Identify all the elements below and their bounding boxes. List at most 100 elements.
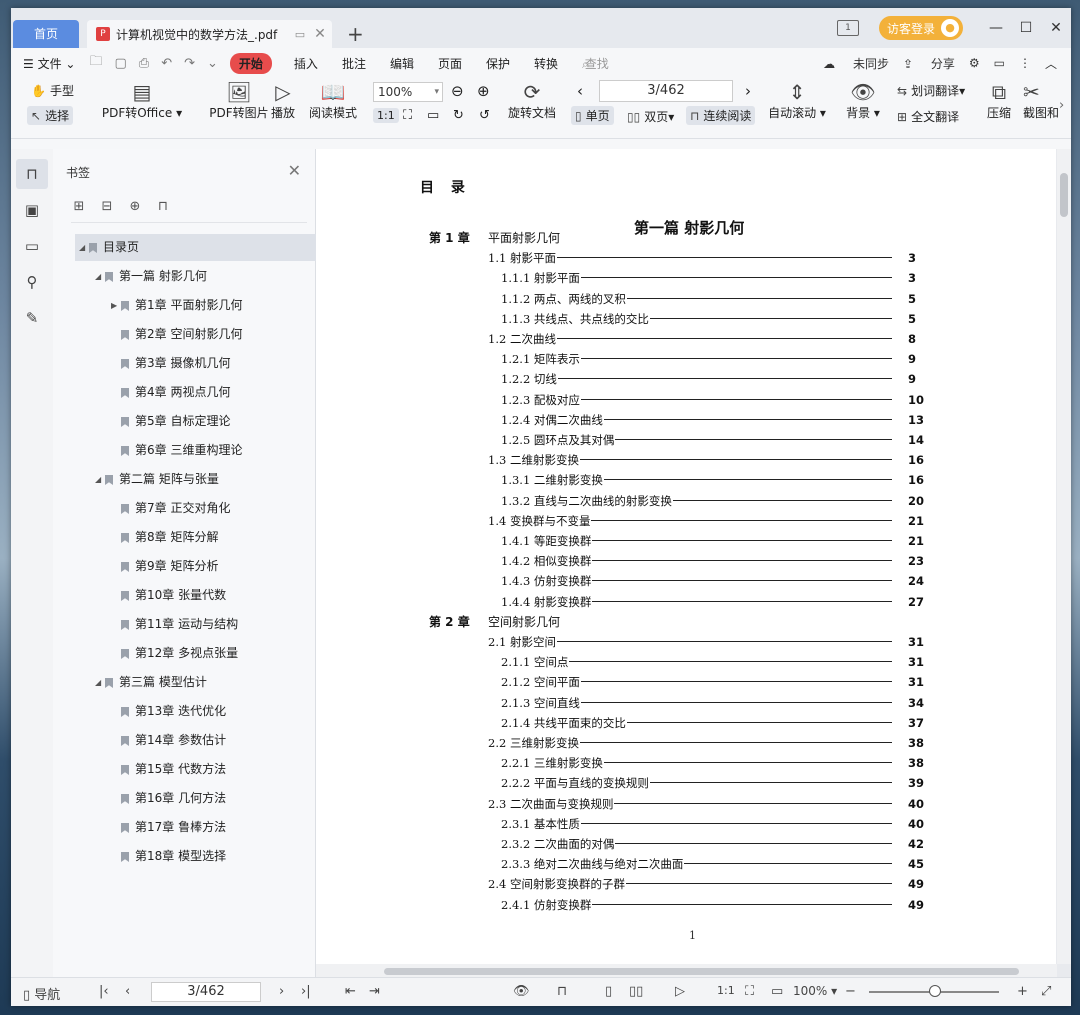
bookmark-item[interactable]: 第7章 正交对角化	[53, 494, 315, 523]
bookmark-settings-icon[interactable]: ⊓	[155, 199, 171, 215]
expand-all-icon[interactable]: ⊞	[71, 199, 87, 215]
read-mode-button[interactable]: 📖 阅读模式	[303, 80, 363, 121]
guest-login-button[interactable]: 访客登录 ●	[878, 16, 963, 40]
comment-panel-icon[interactable]: ▭	[22, 237, 42, 257]
minimize-button[interactable]: —	[981, 20, 1011, 36]
window-count-badge[interactable]: 1	[836, 20, 859, 36]
continuous-read-button[interactable]: ⊓ 连续阅读	[686, 106, 756, 125]
vertical-scrollbar[interactable]	[1057, 149, 1071, 964]
signature-icon[interactable]: ✎	[22, 309, 42, 329]
bookmark-item[interactable]: 第16章 几何方法	[53, 784, 315, 813]
sync-status[interactable]: ☁ 未同步	[823, 55, 889, 72]
save-icon[interactable]: ▢	[114, 56, 126, 71]
status-zoom-select[interactable]: 100% ▾	[793, 984, 837, 998]
compress-button[interactable]: ⧉ 压缩	[985, 80, 1013, 121]
bookmark-item[interactable]: 第12章 多视点张量	[53, 639, 315, 668]
status-zoom-in-icon[interactable]: +	[1017, 984, 1028, 999]
menu-start[interactable]: 开始	[229, 52, 272, 74]
comment-icon[interactable]: ▭	[994, 56, 1005, 70]
more-icon[interactable]: ⌄	[207, 56, 218, 71]
menu-insert[interactable]: 插入	[294, 55, 318, 72]
status-prev-page-icon[interactable]: ‹	[125, 984, 130, 999]
play-button[interactable]: ▷ 播放	[263, 80, 303, 121]
tab-home[interactable]: 首页	[13, 20, 79, 48]
zoom-select[interactable]: 100% ▾	[373, 82, 443, 102]
vertical-scroll-thumb[interactable]	[1060, 173, 1068, 217]
menu-protect[interactable]: 保护	[486, 55, 510, 72]
screenshot-button[interactable]: ✂ 截图和	[1023, 80, 1063, 121]
bookmark-item[interactable]: 第18章 模型选择	[53, 842, 315, 871]
status-play-icon[interactable]: ▷	[675, 984, 685, 999]
share-button[interactable]: ⇪ 分享	[903, 55, 955, 72]
bookmark-item[interactable]: 第17章 鲁棒方法	[53, 813, 315, 842]
background-button[interactable]: 👁 背景 ▾	[843, 80, 883, 121]
bookmark-item[interactable]: 第3章 摄像机几何	[53, 349, 315, 378]
bookmark-item[interactable]: 第13章 迭代优化	[53, 697, 315, 726]
menu-page[interactable]: 页面	[438, 55, 462, 72]
rotate-right-icon[interactable]: ↺	[479, 108, 490, 123]
bookmark-item[interactable]: 第10章 张量代数	[53, 581, 315, 610]
status-page-input[interactable]: 3/462	[151, 982, 261, 1002]
bookmark-item[interactable]: 第8章 矩阵分解	[53, 523, 315, 552]
single-page-button[interactable]: ▯ 单页	[571, 106, 614, 125]
expanded-arrow-icon[interactable]: ◢	[95, 262, 101, 291]
first-page-icon[interactable]: |‹	[99, 984, 109, 999]
undo-icon[interactable]: ↶	[161, 56, 172, 71]
status-fit-width-icon[interactable]: ▭	[771, 984, 783, 999]
eye-care-icon[interactable]: 👁	[513, 984, 530, 999]
attachment-icon[interactable]: ⚲	[22, 273, 42, 293]
zoom-in-icon[interactable]: ⊕	[477, 82, 490, 100]
menu-edit[interactable]: 编辑	[390, 55, 414, 72]
ribbon-scroll-right-icon[interactable]: ›	[1059, 98, 1064, 113]
menu-annotate[interactable]: 批注	[342, 55, 366, 72]
open-icon[interactable]: 🗀	[89, 52, 102, 74]
horizontal-scroll-thumb[interactable]	[384, 968, 1019, 975]
bookmark-item[interactable]: ◢ 第一篇 射影几何	[53, 262, 315, 291]
menu-file[interactable]: ☰ 文件 ⌄	[23, 55, 75, 72]
redo-icon[interactable]: ↷	[184, 56, 195, 71]
page-input[interactable]: 3/462	[599, 80, 733, 102]
navigation-button[interactable]: ▯ 导航	[23, 984, 60, 1003]
settings-icon[interactable]: ⚙	[969, 56, 980, 70]
bookmark-item[interactable]: ▶ 第1章 平面射影几何	[53, 291, 315, 320]
status-actual-size-icon[interactable]: 1:1	[717, 984, 735, 997]
expanded-arrow-icon[interactable]: ◢	[79, 233, 85, 262]
collapse-ribbon-icon[interactable]: ︿	[1045, 55, 1057, 72]
zoom-slider-knob[interactable]	[929, 985, 941, 997]
add-bookmark-icon[interactable]: ⊕	[127, 199, 143, 215]
status-continuous-icon[interactable]: ⊓	[557, 984, 567, 999]
fit-width-icon[interactable]: ▭	[427, 108, 439, 123]
menu-convert[interactable]: 转换	[534, 55, 558, 72]
close-window-button[interactable]: ✕	[1041, 20, 1071, 36]
expanded-arrow-icon[interactable]: ◢	[95, 465, 101, 494]
last-page-icon[interactable]: ›|	[301, 984, 311, 999]
select-tool-button[interactable]: ↖ 选择	[27, 106, 74, 125]
back-icon[interactable]: ⇤	[345, 984, 356, 999]
more-options-icon[interactable]: ⋮	[1019, 56, 1031, 70]
status-single-page-icon[interactable]: ▯	[605, 984, 612, 999]
word-translate-button[interactable]: ⇆ 划词翻译 ▾	[897, 82, 965, 99]
status-double-page-icon[interactable]: ▯▯	[629, 984, 643, 999]
bookmark-item[interactable]: ◢ 第三篇 模型估计	[53, 668, 315, 697]
full-translate-button[interactable]: ⊞ 全文翻译	[897, 108, 959, 125]
bookmark-item[interactable]: 第14章 参数估计	[53, 726, 315, 755]
actual-size-icon[interactable]: 1:1	[373, 108, 399, 123]
rotate-left-icon[interactable]: ↻	[453, 108, 464, 123]
collapsed-arrow-icon[interactable]: ▶	[111, 291, 117, 320]
forward-icon[interactable]: ⇥	[369, 984, 380, 999]
fullscreen-icon[interactable]: ⤢	[1041, 984, 1051, 999]
bookmark-item[interactable]: ◢ 目录页	[53, 233, 319, 262]
bookmark-item[interactable]: 第6章 三维重构理论	[53, 436, 315, 465]
fit-page-icon[interactable]: ⛶	[403, 108, 412, 123]
search-button[interactable]: ⌕查找	[582, 55, 609, 72]
expanded-arrow-icon[interactable]: ◢	[95, 668, 101, 697]
bookmark-item[interactable]: 第9章 矩阵分析	[53, 552, 315, 581]
horizontal-scrollbar[interactable]	[316, 964, 1057, 978]
bookmark-item[interactable]: 第5章 自标定理论	[53, 407, 315, 436]
close-tab-icon[interactable]: ✕	[312, 26, 328, 42]
print-icon[interactable]: ⎙	[139, 56, 149, 71]
double-page-button[interactable]: ▯▯ 双页 ▾	[627, 108, 674, 125]
close-panel-icon[interactable]: ✕	[288, 161, 301, 180]
thumbnail-icon[interactable]: ▣	[22, 201, 42, 221]
bookmark-item[interactable]: 第11章 运动与结构	[53, 610, 315, 639]
